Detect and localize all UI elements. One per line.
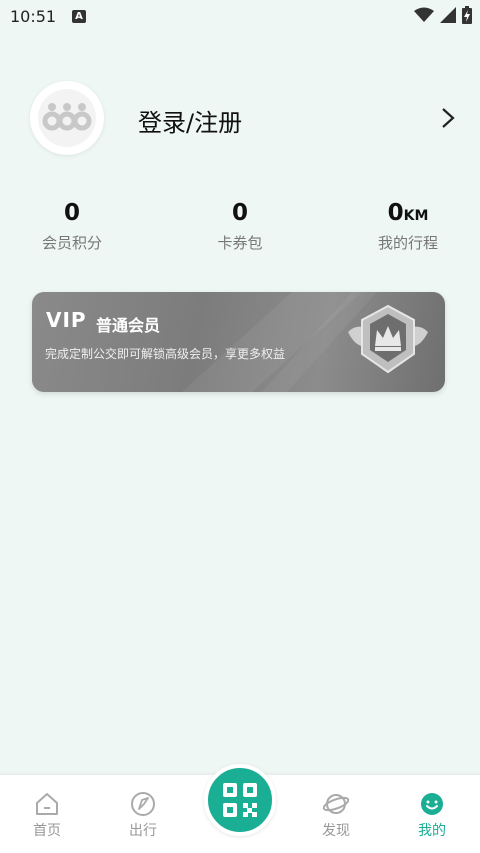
stat-my-trips[interactable]: 0KM 我的行程 (338, 198, 478, 253)
stat-value: 0KM (387, 200, 429, 226)
status-bar: 10:51 A (0, 0, 480, 34)
vip-description: 完成定制公交即可解锁高级会员，享更多权益 (45, 347, 286, 361)
nav-mine[interactable]: 我的 (397, 791, 467, 840)
default-avatar-logo-icon (38, 89, 96, 147)
crown-shield-badge-icon (348, 304, 428, 374)
compass-icon (131, 792, 155, 816)
wifi-icon (414, 7, 434, 22)
qr-code-icon (223, 783, 257, 817)
chevron-right-icon[interactable] (438, 106, 458, 130)
stat-member-points[interactable]: 0 会员积分 (2, 198, 142, 253)
nav-discover[interactable]: 发现 (301, 791, 371, 840)
qr-scan-button[interactable] (204, 764, 276, 836)
stat-label: 我的行程 (377, 234, 438, 252)
notification-a-icon: A (72, 10, 86, 23)
planet-icon (323, 794, 349, 814)
vip-level: 普通会员 (96, 316, 161, 335)
stat-label: 卡券包 (217, 234, 263, 252)
vip-title: VIP (46, 308, 87, 332)
smiley-icon (421, 793, 443, 815)
stat-coupons[interactable]: 0 卡券包 (170, 198, 310, 253)
nav-travel[interactable]: 出行 (108, 791, 178, 840)
nav-label: 我的 (418, 823, 446, 839)
vip-card[interactable]: VIP 普通会员 完成定制公交即可解锁高级会员，享更多权益 (32, 292, 445, 392)
login-register-link[interactable]: 登录/注册 (138, 103, 242, 138)
signal-icon (440, 7, 456, 23)
avatar[interactable] (30, 81, 104, 155)
status-icons (414, 6, 472, 24)
nav-label: 首页 (33, 823, 61, 839)
battery-charging-icon (462, 6, 472, 24)
stat-value: 0 (63, 200, 80, 226)
stat-value: 0 (231, 200, 248, 226)
nav-home[interactable]: 首页 (12, 791, 82, 840)
nav-label: 出行 (129, 823, 157, 839)
status-time: 10:51 (10, 7, 57, 26)
home-icon (36, 793, 58, 815)
nav-label: 发现 (322, 823, 350, 839)
stat-label: 会员积分 (41, 234, 102, 252)
